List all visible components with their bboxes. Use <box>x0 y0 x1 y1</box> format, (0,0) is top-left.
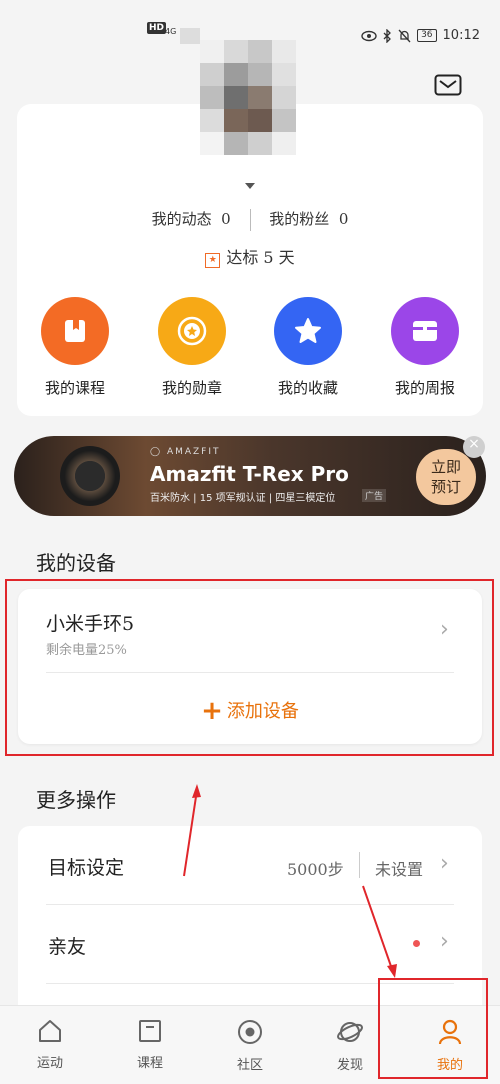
hd-badge: HD <box>147 22 167 34</box>
fans-label: 我的粉丝 <box>269 210 330 228</box>
nav-workout[interactable]: 运动 <box>20 1018 80 1071</box>
feature-my-weekly-report[interactable]: 我的周报 <box>370 297 480 398</box>
preorder-button[interactable]: 立即 预订 <box>416 449 476 505</box>
feature-label: 我的收藏 <box>277 379 338 397</box>
nav-community[interactable]: 社区 <box>220 1018 280 1073</box>
fans-count: 0 <box>338 210 349 228</box>
chevron-right-icon: › <box>440 929 449 954</box>
annotation-arrow-up <box>183 784 201 877</box>
report-toolbox-icon <box>391 297 459 365</box>
nav-label: 发现 <box>336 1058 363 1073</box>
feature-my-medals[interactable]: 我的勋章 <box>137 297 247 398</box>
feature-my-favorites[interactable]: 我的收藏 <box>253 297 363 398</box>
friends-label: 亲友 <box>48 936 87 958</box>
close-icon[interactable]: × <box>463 436 485 458</box>
mute-bell-icon <box>398 29 411 42</box>
community-icon <box>238 1020 262 1044</box>
dynamics-count: 0 <box>221 210 231 228</box>
bluetooth-icon <box>383 28 391 43</box>
annotation-arrow-down <box>362 885 397 978</box>
banner-brand-text: AMAZFIT <box>166 447 221 457</box>
status-bar: HD 4G 36 10:12 <box>0 0 500 44</box>
avatar[interactable] <box>200 40 296 156</box>
chevron-right-icon: › <box>440 851 449 876</box>
devices-section-title: 我的设备 <box>36 551 116 575</box>
feature-my-courses[interactable]: 我的课程 <box>20 297 130 398</box>
highlight-box-devices <box>5 579 494 756</box>
feature-label: 我的课程 <box>44 379 105 397</box>
goal-steps: 5000步 <box>287 860 344 879</box>
watch-image <box>60 446 120 506</box>
preorder-line2: 预订 <box>430 478 461 496</box>
highlight-box-profile-tab <box>378 978 488 1079</box>
status-right: 36 10:12 <box>361 28 480 43</box>
nav-label: 运动 <box>36 1056 63 1071</box>
network-indicator: 4G <box>165 27 177 36</box>
divider <box>359 852 360 878</box>
ad-label: 广告 <box>362 489 387 502</box>
nav-label: 课程 <box>136 1056 163 1071</box>
battery-indicator: 36 <box>417 29 437 42</box>
profile-stats: 我的动态 0 我的粉丝 0 <box>0 208 500 231</box>
goal-streak: ★ 达标 5 天 <box>0 244 500 268</box>
bookmark-book-icon <box>41 297 109 365</box>
goal-setting-label: 目标设定 <box>48 857 125 879</box>
nav-courses[interactable]: 课程 <box>120 1018 180 1071</box>
course-icon <box>139 1020 161 1042</box>
home-icon <box>39 1020 61 1042</box>
fans-link[interactable]: 我的粉丝 0 <box>269 210 348 228</box>
eye-icon <box>361 30 377 41</box>
blurred-status <box>180 28 200 44</box>
mail-icon[interactable] <box>434 74 462 96</box>
nav-label: 社区 <box>236 1058 263 1073</box>
clock: 10:12 <box>442 28 480 43</box>
dynamics-link[interactable]: 我的动态 0 <box>152 210 231 228</box>
goal-streak-text: 达标 5 天 <box>226 248 295 267</box>
banner-subtitle: 百米防水 | 15 项军规认证 | 四星三模定位 <box>150 493 336 504</box>
preorder-line1: 立即 <box>430 458 461 476</box>
medal-icon <box>158 297 226 365</box>
notification-dot <box>413 940 420 947</box>
goal-state: 未设置 <box>375 860 424 879</box>
nav-discover[interactable]: 发现 <box>320 1018 380 1073</box>
feature-label: 我的周报 <box>394 379 455 397</box>
discover-icon <box>337 1022 363 1042</box>
star-icon <box>274 297 342 365</box>
star-badge-icon: ★ <box>205 253 221 268</box>
dynamics-label: 我的动态 <box>151 210 212 228</box>
stats-divider <box>249 209 251 231</box>
banner-brand: ◯ AMAZFIT <box>150 447 221 457</box>
user-name-blurred <box>243 178 257 192</box>
banner-title: Amazfit T-Rex Pro <box>150 462 349 486</box>
more-section-title: 更多操作 <box>36 788 116 812</box>
feature-label: 我的勋章 <box>161 379 222 397</box>
